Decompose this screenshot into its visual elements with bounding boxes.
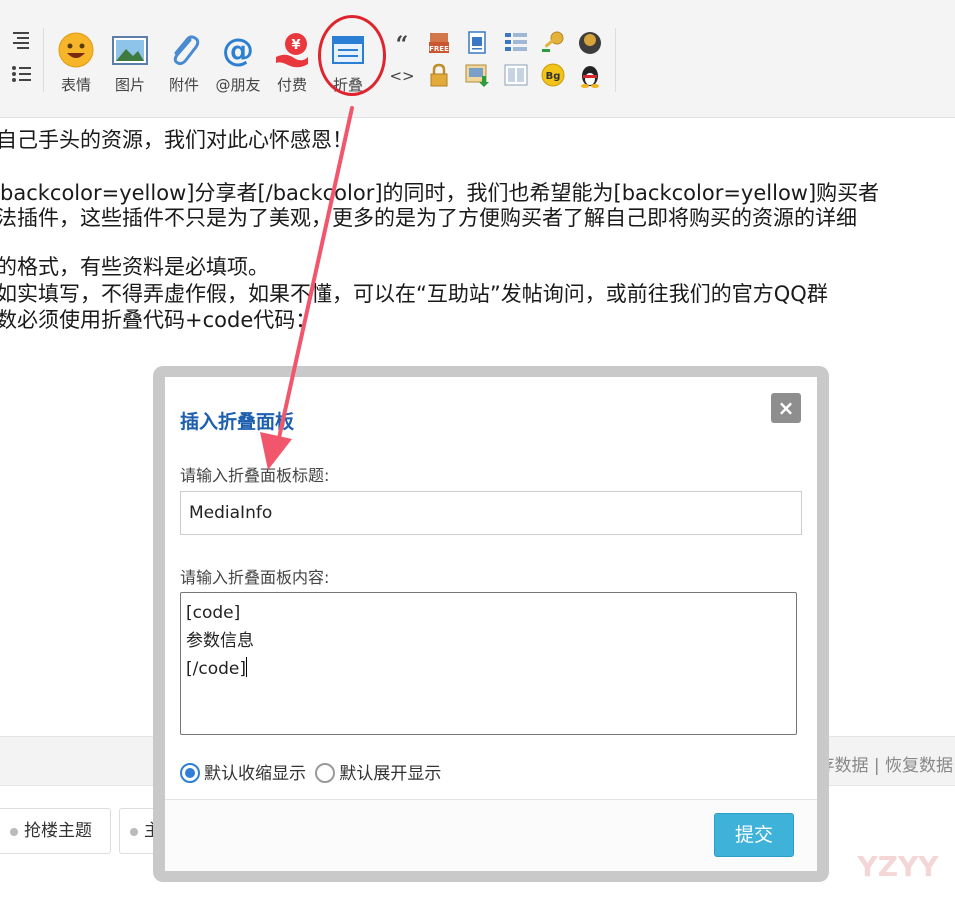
quote-icon[interactable]: “ <box>390 32 416 58</box>
at-sign-icon: @ <box>222 31 254 69</box>
close-button[interactable]: × <box>771 393 801 423</box>
chip-dot <box>130 828 138 836</box>
chip-dot <box>10 828 18 836</box>
emoji-button[interactable]: 表情 <box>49 30 103 96</box>
display-mode-options: 默认收缩显示 默认展开显示 <box>180 759 441 784</box>
editor-line: 的格式，有些资料是必填项。 <box>0 255 269 279</box>
svg-text:YZYY: YZYY <box>856 850 939 883</box>
svg-text:Bg: Bg <box>546 71 561 82</box>
paperclip-icon <box>173 35 200 66</box>
content-line: 参数信息 <box>186 631 254 651</box>
svg-text:FREE: FREE <box>429 45 449 53</box>
editor-line: 法插件，这些插件不只是为了美观，更多的是为了方便购买者了解自己即将购买的资源的详… <box>0 206 857 230</box>
toolbar-separator <box>615 28 616 92</box>
mention-button[interactable]: @ @朋友 <box>211 30 265 96</box>
lock-icon[interactable] <box>426 62 452 88</box>
qq-penguin-icon[interactable] <box>577 62 603 88</box>
radio-expanded-label: 默认展开显示 <box>339 764 442 784</box>
radio-collapsed-option[interactable]: 默认收缩显示 <box>180 763 306 784</box>
content-field-label: 请输入折叠面板内容: <box>180 568 330 587</box>
editor-line: 数必须使用折叠代码+code代码： <box>0 308 317 332</box>
dialog-title: 插入折叠面板 <box>180 411 295 433</box>
data-links: 存数据 | 恢复数据 <box>817 751 953 776</box>
pay-label: 付费 <box>276 76 307 94</box>
list-table-icon[interactable] <box>503 30 529 56</box>
free-tag-icon[interactable]: FREE <box>426 30 452 56</box>
align-list-icon[interactable] <box>8 28 34 88</box>
mention-label: @朋友 <box>215 76 261 94</box>
radio-selected-icon[interactable] <box>180 763 200 783</box>
chip-label: 抢楼主题 <box>24 821 92 841</box>
close-icon: × <box>777 396 795 420</box>
title-field-label: 请输入折叠面板标题: <box>180 466 330 485</box>
panel-content-textarea[interactable]: [code] 参数信息 [/code] <box>180 592 797 735</box>
link-separator: | <box>873 756 880 776</box>
code-icon[interactable]: <> <box>390 62 416 88</box>
radio-collapsed-label: 默认收缩显示 <box>204 764 306 784</box>
image-label: 图片 <box>114 76 145 94</box>
emoji-label: 表情 <box>60 76 91 94</box>
dialog-overlay-frame: 插入折叠面板 × 请输入折叠面板标题: MediaInfo 请输入折叠面板内容:… <box>153 366 829 882</box>
attachment-label: 附件 <box>168 76 199 94</box>
yen-pay-icon: ¥ <box>276 33 308 68</box>
bg-icon[interactable]: Bg <box>540 62 566 88</box>
svg-text:@: @ <box>222 31 254 69</box>
submit-button[interactable]: 提交 <box>714 813 794 857</box>
restore-data-link[interactable]: 恢复数据 <box>885 756 953 776</box>
content-line: [code] <box>186 603 241 623</box>
image-button[interactable]: 图片 <box>103 30 157 96</box>
annotation-circle <box>318 15 386 96</box>
editor-toolbar: 表情 图片 附件 @ @朋友 ¥ 付费 折叠 “ <> FREE Bg <box>0 0 955 118</box>
toolbar-separator <box>43 28 44 92</box>
content-line: [/code] <box>186 659 246 679</box>
word-doc-icon[interactable] <box>464 30 490 56</box>
loot-thread-chip[interactable]: 抢楼主题 <box>0 808 111 854</box>
download-icon[interactable] <box>464 62 490 88</box>
editor-line: 自己手头的资源，我们对此心怀感恩！ <box>0 128 353 152</box>
svg-text:“: “ <box>396 32 409 58</box>
screen: 表情 图片 附件 @ @朋友 ¥ 付费 折叠 “ <> FREE Bg 自己手头… <box>0 0 955 900</box>
svg-text:¥: ¥ <box>291 38 300 53</box>
key-icon[interactable] <box>540 30 566 56</box>
watermark-logo: YZYY <box>856 850 939 883</box>
insert-collapse-dialog: 插入折叠面板 × 请输入折叠面板标题: MediaInfo 请输入折叠面板内容:… <box>165 377 817 871</box>
emoji-face-icon <box>58 32 94 68</box>
gold-ball-icon[interactable] <box>577 30 603 56</box>
text-cursor <box>246 657 247 677</box>
image-icon <box>112 36 148 65</box>
pay-button[interactable]: ¥ 付费 <box>265 30 319 96</box>
columns-icon[interactable] <box>503 62 529 88</box>
radio-unselected-icon[interactable] <box>315 763 336 783</box>
svg-text:<>: <> <box>390 67 415 85</box>
attachment-button[interactable]: 附件 <box>157 30 211 96</box>
radio-expanded-option[interactable]: 默认展开显示 <box>315 763 442 784</box>
panel-title-input[interactable]: MediaInfo <box>180 491 802 535</box>
dialog-footer: 提交 <box>165 799 817 871</box>
